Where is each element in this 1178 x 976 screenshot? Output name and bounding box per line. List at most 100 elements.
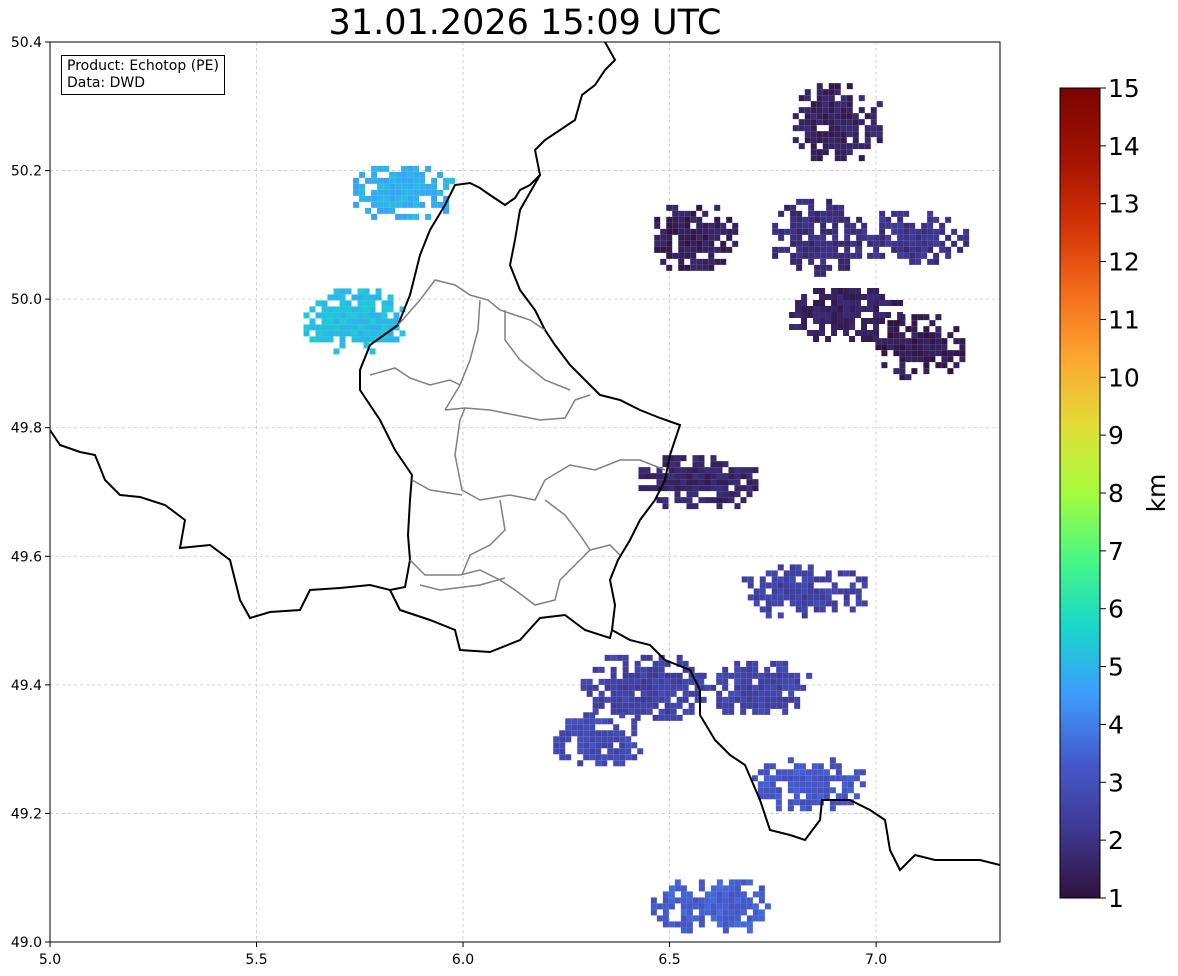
echo-pixel	[811, 793, 818, 800]
echo-pixel	[825, 576, 832, 583]
echo-pixel	[825, 570, 832, 577]
echo-pixel	[758, 891, 765, 898]
echo-pixel	[622, 666, 629, 673]
echo-pixel	[622, 678, 629, 685]
echo-pixel	[425, 189, 432, 196]
echo-pixel	[921, 240, 928, 247]
echo-pixel	[802, 246, 809, 253]
echo-pixel	[377, 165, 384, 172]
echo-pixel	[777, 612, 784, 619]
echo-pixel	[678, 228, 685, 235]
echo-pixel	[716, 503, 723, 510]
echo-pixel	[798, 95, 805, 102]
echo-pixel	[704, 479, 711, 486]
echo-pixel	[646, 696, 653, 703]
echo-pixel	[716, 696, 723, 703]
echo-pixel	[656, 497, 663, 504]
echo-pixel	[850, 228, 857, 235]
echo-pixel	[734, 915, 741, 922]
echo-pixel	[696, 240, 703, 247]
echo-pixel	[794, 678, 801, 685]
echo-pixel	[387, 318, 394, 325]
echo-pixel	[751, 775, 758, 782]
echo-pixel	[662, 497, 669, 504]
echo-pixel	[805, 793, 812, 800]
echo-pixel	[935, 350, 942, 357]
echo-pixel	[787, 787, 794, 794]
echo-pixel	[728, 473, 735, 480]
echo-pixel	[678, 252, 685, 259]
echo-pixel	[740, 702, 747, 709]
echo-pixel	[923, 356, 930, 363]
echo-pixel	[799, 781, 806, 788]
echo-pixel	[638, 467, 645, 474]
echo-pixel	[650, 473, 657, 480]
echo-pixel	[716, 672, 723, 679]
echo-pixel	[820, 240, 827, 247]
echo-pixel	[864, 131, 871, 138]
echo-pixel	[909, 240, 916, 247]
echo-pixel	[838, 210, 845, 217]
echo-pixel	[801, 570, 808, 577]
echo-pixel	[846, 149, 853, 156]
echo-pixel	[861, 228, 868, 235]
echo-pixel	[598, 702, 605, 709]
echo-pixel	[353, 189, 360, 196]
echo-pixel	[873, 318, 880, 324]
echo-pixel	[899, 338, 906, 345]
echo-pixel	[899, 320, 906, 327]
echo-pixel	[586, 678, 593, 685]
echo-pixel	[823, 793, 830, 800]
echo-pixel	[855, 594, 862, 601]
echo-pixel	[941, 338, 948, 345]
echo-pixel	[708, 264, 715, 271]
echo-pixel	[811, 769, 818, 776]
echo-pixel	[672, 228, 679, 235]
echo-pixel	[844, 252, 851, 259]
echo-pixel	[790, 228, 797, 235]
echo-pixel	[881, 344, 888, 351]
echo-pixel	[678, 258, 685, 265]
echo-pixel	[834, 83, 841, 90]
echo-pixel	[708, 228, 715, 235]
echo-pixel	[814, 252, 821, 259]
echo-pixel	[720, 222, 727, 229]
echo-pixel	[315, 324, 322, 331]
echo-pixel	[714, 246, 721, 253]
echo-pixel	[881, 350, 888, 357]
echo-pixel	[395, 183, 402, 190]
echo-pixel	[610, 666, 617, 673]
echo-pixel	[741, 576, 748, 583]
echo-pixel	[698, 473, 705, 480]
echo-pixel	[813, 588, 820, 595]
echo-pixel	[601, 742, 608, 749]
echo-pixel	[893, 344, 900, 351]
echo-pixel	[559, 730, 566, 737]
echo-pixel	[933, 258, 940, 265]
echo-pixel	[853, 769, 860, 776]
echo-pixel	[838, 258, 845, 265]
echo-pixel	[716, 479, 723, 486]
echo-pixel	[816, 113, 823, 120]
echo-pixel	[796, 234, 803, 241]
echo-pixel	[819, 306, 826, 312]
echo-pixel	[309, 336, 316, 343]
echo-pixel	[957, 246, 964, 253]
echo-pixel	[808, 252, 815, 259]
echo-pixel	[419, 201, 426, 208]
echo-pixel	[876, 137, 883, 144]
echo-pixel	[670, 672, 677, 679]
echo-pixel	[716, 921, 723, 928]
echo-pixel	[700, 696, 707, 703]
echo-pixel	[698, 467, 705, 474]
echo-pixel	[808, 234, 815, 241]
colorbar-tick-label: 8	[1108, 479, 1124, 508]
echo-pixel	[692, 455, 699, 462]
echo-pixel	[795, 570, 802, 577]
echo-pixel	[619, 742, 626, 749]
echo-pixel	[666, 228, 673, 235]
echo-pixel	[688, 702, 695, 709]
echo-pixel	[734, 479, 741, 486]
echo-pixel	[831, 324, 838, 330]
echo-pixel	[813, 300, 820, 306]
